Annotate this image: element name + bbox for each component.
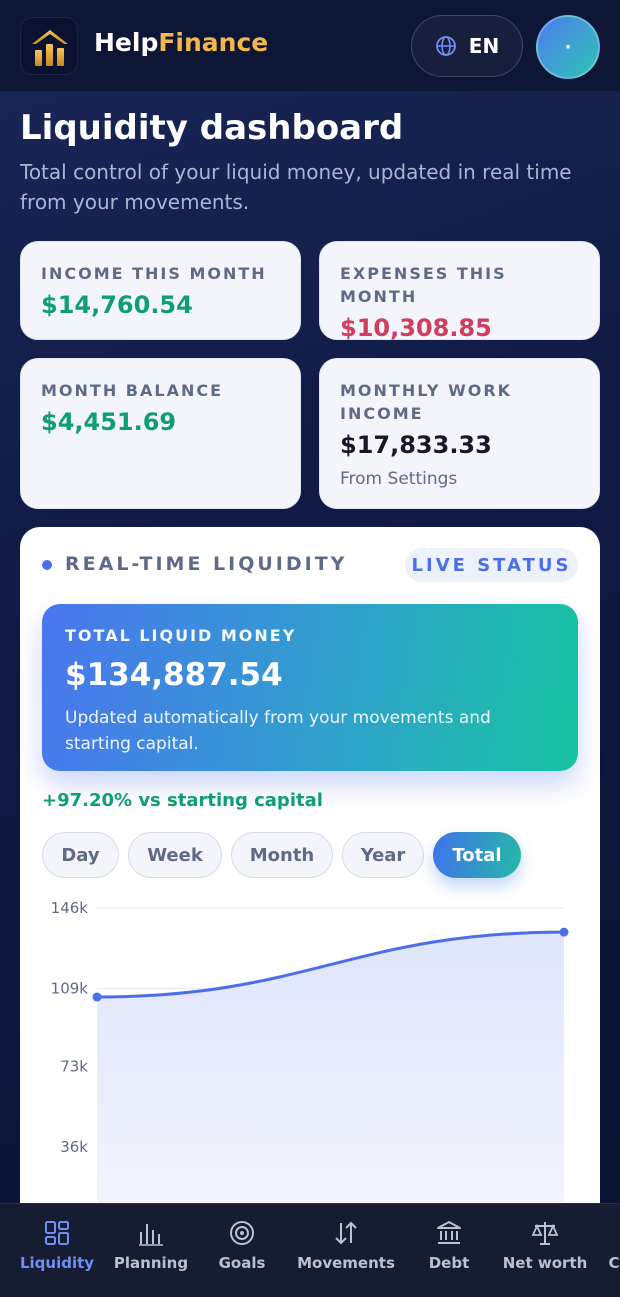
stat-label: MONTHLY WORK INCOME — [340, 381, 513, 423]
y-tick-label: 109k — [51, 979, 89, 997]
stat-value: $17,833.33 — [340, 431, 492, 459]
bank-icon — [437, 1221, 461, 1244]
stat-card-work-income: MONTHLY WORK INCOME $17,833.33 From Sett… — [319, 358, 600, 509]
chart-point[interactable] — [559, 927, 569, 937]
nav-item-overflow[interactable]: C — [608, 1220, 620, 1272]
language-label: EN — [468, 34, 500, 58]
stat-card-balance: MONTH BALANCE $4,451.69 — [20, 358, 301, 509]
nav-label: Planning — [113, 1254, 189, 1272]
language-button[interactable]: EN — [411, 15, 523, 77]
page-subtitle: Total control of your liquid money, upda… — [20, 160, 572, 214]
nav-label: Goals — [218, 1254, 266, 1272]
nav-item-debt[interactable]: Debt — [420, 1220, 478, 1272]
stat-label: EXPENSES THIS MONTH — [340, 264, 507, 306]
range-day-button[interactable]: Day — [42, 832, 119, 878]
live-status-badge: LIVE STATUS — [405, 548, 578, 582]
logo-icon — [32, 30, 68, 66]
range-week-button[interactable]: Week — [128, 832, 222, 878]
chart-point[interactable] — [92, 992, 102, 1002]
nav-label: Movements — [297, 1254, 395, 1272]
nav-item-liquidity[interactable]: Liquidity — [20, 1220, 94, 1272]
range-month-button[interactable]: Month — [231, 832, 333, 878]
stat-card-income: INCOME THIS MONTH $14,760.54 — [20, 241, 301, 340]
stat-value: $10,308.85 — [340, 314, 492, 342]
nav-label: Debt — [428, 1254, 470, 1272]
stat-note: From Settings — [340, 469, 458, 489]
chart-area — [97, 932, 564, 1210]
y-tick-label: 146k — [51, 899, 89, 917]
arrows-updown-icon — [335, 1221, 357, 1245]
app-header — [0, 0, 620, 92]
total-liquid-note: Updated automatically from your movement… — [65, 708, 491, 754]
brand-name: HelpFinance — [94, 28, 268, 57]
nav-label: Net worth — [502, 1254, 588, 1272]
live-dot-icon — [42, 560, 52, 570]
user-avatar[interactable]: · — [536, 15, 600, 79]
stat-value: $4,451.69 — [41, 408, 177, 436]
nav-item-goals[interactable]: Goals — [212, 1220, 272, 1272]
brand-part-help: Help — [94, 28, 159, 57]
nav-item-planning[interactable]: Planning — [114, 1220, 188, 1272]
total-liquid-value: $134,887.54 — [65, 657, 283, 693]
page-title: Liquidity dashboard — [20, 108, 404, 148]
range-year-button[interactable]: Year — [342, 832, 424, 878]
bars-icon — [139, 1224, 163, 1246]
nav-item-movements[interactable]: Movements — [296, 1220, 396, 1272]
globe-icon — [435, 36, 456, 56]
change-vs-capital: +97.20% vs starting capital — [42, 790, 323, 811]
total-liquid-label: TOTAL LIQUID MONEY — [65, 626, 297, 645]
app-logo[interactable] — [20, 17, 78, 75]
stat-value: $14,760.54 — [41, 291, 193, 319]
stat-card-expenses: EXPENSES THIS MONTH $10,308.85 — [319, 241, 600, 342]
liquidity-chart: 146k 109k 73k 36k — [51, 899, 569, 1210]
range-total-button[interactable]: Total — [433, 832, 521, 878]
scale-icon — [532, 1222, 558, 1245]
stat-label: INCOME THIS MONTH — [41, 264, 267, 283]
y-tick-label: 73k — [60, 1058, 88, 1076]
section-title: REAL-TIME LIQUIDITY — [65, 553, 348, 575]
nav-label: Liquidity — [19, 1254, 95, 1272]
nav-item-net-worth[interactable]: Net worth — [500, 1220, 590, 1272]
target-icon — [230, 1221, 254, 1245]
grid-icon — [45, 1221, 69, 1245]
y-tick-label: 36k — [60, 1138, 88, 1156]
stat-label: MONTH BALANCE — [41, 381, 224, 400]
nav-label: C — [608, 1254, 620, 1272]
brand-part-finance: Finance — [158, 28, 269, 57]
total-liquid-card: TOTAL LIQUID MONEY $134,887.54 Updated a… — [42, 604, 578, 771]
